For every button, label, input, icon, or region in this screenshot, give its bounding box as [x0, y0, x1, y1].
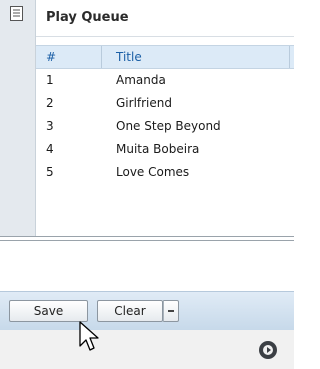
- table-header: # Title: [36, 45, 294, 69]
- column-header-number[interactable]: #: [46, 50, 56, 64]
- title-divider: [36, 36, 294, 37]
- dropdown-arrow-icon[interactable]: [163, 300, 179, 322]
- track-number: 3: [46, 119, 54, 133]
- column-divider[interactable]: [101, 46, 102, 68]
- panel-side-strip: [0, 0, 36, 236]
- track-title: Amanda: [116, 73, 166, 87]
- track-number: 2: [46, 96, 54, 110]
- track-title: Girlfriend: [116, 96, 172, 110]
- track-number: 5: [46, 165, 54, 179]
- mouse-cursor-icon: [79, 321, 99, 351]
- clear-button[interactable]: Clear: [97, 300, 163, 322]
- column-divider[interactable]: [289, 46, 290, 68]
- document-icon[interactable]: [10, 6, 23, 21]
- panel-title: Play Queue: [46, 10, 129, 25]
- track-title: Love Comes: [116, 165, 190, 179]
- status-bar: [0, 330, 294, 369]
- app-logo-icon[interactable]: [258, 340, 278, 360]
- track-title: Muita Bobeira: [116, 142, 200, 156]
- table-row[interactable]: 1 Amanda: [36, 69, 294, 92]
- play-queue-panel: Play Queue # Title 1 Amanda 2 Girlfriend…: [0, 0, 294, 237]
- table-row[interactable]: 2 Girlfriend: [36, 92, 294, 115]
- table-row[interactable]: 4 Muita Bobeira: [36, 138, 294, 161]
- track-title: One Step Beyond: [116, 119, 221, 133]
- table-row[interactable]: 5 Love Comes: [36, 161, 294, 184]
- save-button[interactable]: Save: [9, 300, 88, 322]
- track-number: 4: [46, 142, 54, 156]
- column-header-title[interactable]: Title: [116, 50, 142, 64]
- track-number: 1: [46, 73, 54, 87]
- queue-table: # Title 1 Amanda 2 Girlfriend 3 One Step…: [36, 45, 294, 184]
- table-row[interactable]: 3 One Step Beyond: [36, 115, 294, 138]
- queue-controls-panel: Save Clear: [0, 240, 294, 369]
- queue-toolbar: Save Clear: [0, 291, 294, 331]
